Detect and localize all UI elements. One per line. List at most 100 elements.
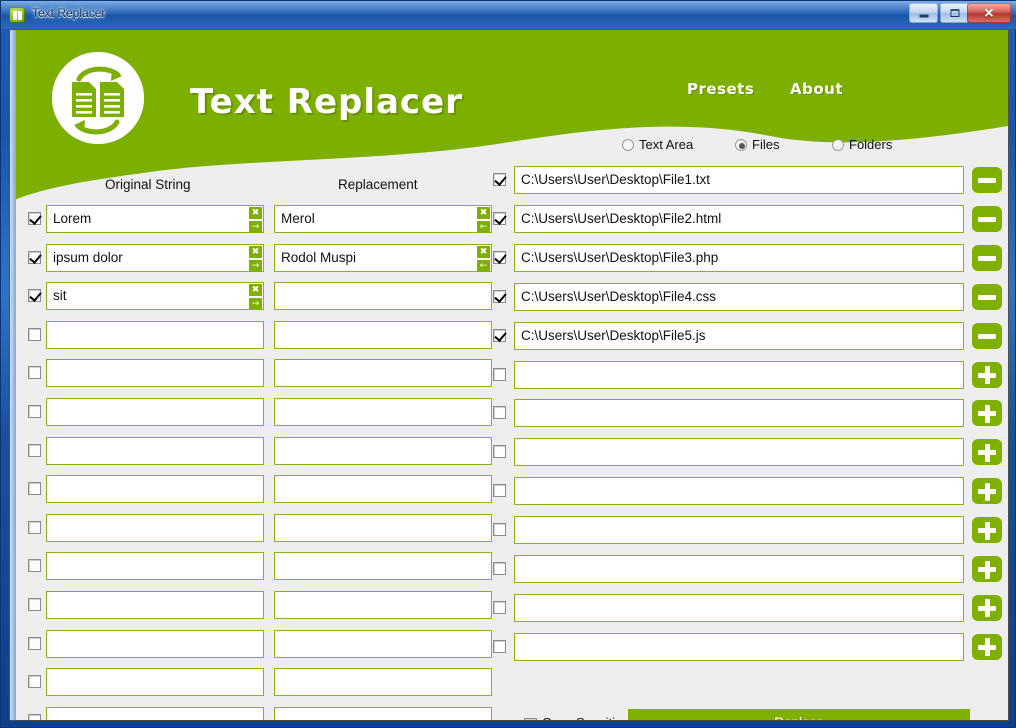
replacement-string-input[interactable] (274, 398, 492, 426)
original-string-input[interactable] (46, 320, 264, 349)
add-file-button[interactable] (972, 633, 1002, 660)
file-path-input[interactable] (514, 438, 964, 467)
rule-enable-checkbox[interactable] (28, 443, 41, 457)
remove-file-button[interactable] (972, 283, 1002, 310)
file-enable-checkbox[interactable] (493, 211, 506, 225)
file-path-input[interactable] (514, 360, 964, 389)
replacement-string-input[interactable] (274, 552, 492, 581)
file-enable-checkbox[interactable] (493, 289, 506, 303)
clear-field-icon[interactable]: ✖ (477, 207, 490, 219)
rule-enable-checkbox[interactable] (28, 405, 41, 418)
add-file-button[interactable] (972, 439, 1002, 466)
rule-enable-checkbox[interactable] (28, 250, 41, 264)
file-enable-checkbox[interactable] (493, 600, 506, 614)
file-enable-checkbox[interactable] (493, 562, 506, 575)
original-string-input[interactable]: sit ✖ → (46, 282, 264, 311)
original-string-input[interactable] (46, 552, 264, 581)
add-file-button[interactable] (972, 556, 1002, 582)
file-enable-checkbox[interactable] (493, 250, 506, 264)
replacement-string-input[interactable] (274, 282, 492, 311)
nav-about[interactable]: About (790, 80, 843, 98)
replacement-string-input[interactable] (274, 475, 492, 504)
copy-right-icon[interactable]: → (249, 221, 262, 233)
original-string-input[interactable]: Lorem ✖ → (46, 205, 264, 233)
original-string-input[interactable] (46, 591, 264, 619)
copy-left-icon[interactable]: ← (477, 221, 490, 233)
replacement-string-input[interactable] (274, 629, 492, 658)
file-path-input[interactable] (514, 593, 964, 622)
original-string-input[interactable] (46, 436, 264, 465)
nav-presets[interactable]: Presets (687, 80, 754, 98)
file-enable-checkbox[interactable] (493, 173, 506, 186)
file-path-input[interactable] (514, 399, 964, 428)
clear-field-icon[interactable]: ✖ (249, 245, 262, 258)
original-string-input[interactable] (46, 475, 264, 504)
file-path-input[interactable]: C:\Users\User\Desktop\File1.txt (514, 166, 964, 194)
case-sensitive-checkbox[interactable] (524, 718, 537, 720)
radio-files[interactable]: Files (735, 136, 779, 154)
replacement-string-input[interactable] (274, 359, 492, 388)
file-enable-checkbox[interactable] (493, 406, 506, 420)
copy-right-icon[interactable]: → (249, 259, 262, 272)
replacement-string-input[interactable]: Merol ✖ ← (274, 205, 492, 233)
rule-enable-checkbox[interactable] (28, 520, 41, 534)
replacement-string-input[interactable] (274, 668, 492, 697)
replace-button[interactable]: Replace (628, 709, 970, 720)
file-path-input[interactable]: C:\Users\User\Desktop\File2.html (514, 204, 964, 233)
remove-file-button[interactable] (972, 167, 1002, 193)
rule-enable-checkbox[interactable] (28, 327, 41, 341)
file-enable-checkbox[interactable] (493, 328, 506, 342)
file-path-input[interactable]: C:\Users\User\Desktop\File4.css (514, 282, 964, 311)
add-file-button[interactable] (972, 478, 1002, 505)
rule-enable-checkbox[interactable] (28, 713, 41, 720)
close-button[interactable]: ✕ (967, 3, 1011, 23)
rule-enable-checkbox[interactable] (28, 559, 41, 573)
original-string-input[interactable] (46, 398, 264, 426)
file-enable-checkbox[interactable] (493, 445, 506, 459)
radio-folders[interactable]: Folders (832, 136, 892, 154)
file-path-input[interactable] (514, 555, 964, 583)
copy-right-icon[interactable]: → (249, 298, 262, 311)
file-enable-checkbox[interactable] (493, 639, 506, 653)
file-path-input[interactable] (514, 632, 964, 661)
file-enable-checkbox[interactable] (493, 367, 506, 381)
clear-field-icon[interactable]: ✖ (249, 284, 262, 297)
maximize-button[interactable] (940, 3, 969, 23)
rule-enable-checkbox[interactable] (28, 289, 41, 303)
original-string-input[interactable]: ipsum dolor ✖ → (46, 243, 264, 272)
replacement-string-input[interactable] (274, 436, 492, 465)
file-path-input[interactable]: C:\Users\User\Desktop\File3.php (514, 243, 964, 272)
replacement-string-input[interactable] (274, 706, 492, 720)
rule-enable-checkbox[interactable] (28, 636, 41, 650)
original-string-input[interactable] (46, 513, 264, 542)
replacement-string-input[interactable] (274, 513, 492, 542)
rule-enable-checkbox[interactable] (28, 366, 41, 380)
replacement-string-input[interactable] (274, 591, 492, 619)
file-path-input[interactable]: C:\Users\User\Desktop\File5.js (514, 321, 964, 350)
original-string-input[interactable] (46, 359, 264, 388)
minimize-button[interactable] (909, 3, 938, 23)
clear-field-icon[interactable]: ✖ (249, 207, 262, 219)
original-string-input[interactable] (46, 629, 264, 658)
remove-file-button[interactable] (972, 205, 1002, 232)
original-string-input[interactable] (46, 668, 264, 697)
file-enable-checkbox[interactable] (493, 523, 506, 537)
clear-field-icon[interactable]: ✖ (477, 245, 490, 258)
file-path-input[interactable] (514, 477, 964, 506)
add-file-button[interactable] (972, 400, 1002, 427)
rule-enable-checkbox[interactable] (28, 675, 41, 689)
replacement-string-input[interactable] (274, 320, 492, 349)
add-file-button[interactable] (972, 517, 1002, 544)
remove-file-button[interactable] (972, 244, 1002, 271)
rule-enable-checkbox[interactable] (28, 598, 41, 611)
remove-file-button[interactable] (972, 322, 1002, 349)
file-path-input[interactable] (514, 516, 964, 545)
original-string-input[interactable] (46, 706, 264, 720)
rule-enable-checkbox[interactable] (28, 482, 41, 496)
rule-enable-checkbox[interactable] (28, 212, 41, 225)
copy-left-icon[interactable]: ← (477, 259, 490, 272)
add-file-button[interactable] (972, 361, 1002, 388)
radio-text-area[interactable]: Text Area (622, 136, 693, 154)
add-file-button[interactable] (972, 594, 1002, 621)
file-enable-checkbox[interactable] (493, 484, 506, 498)
